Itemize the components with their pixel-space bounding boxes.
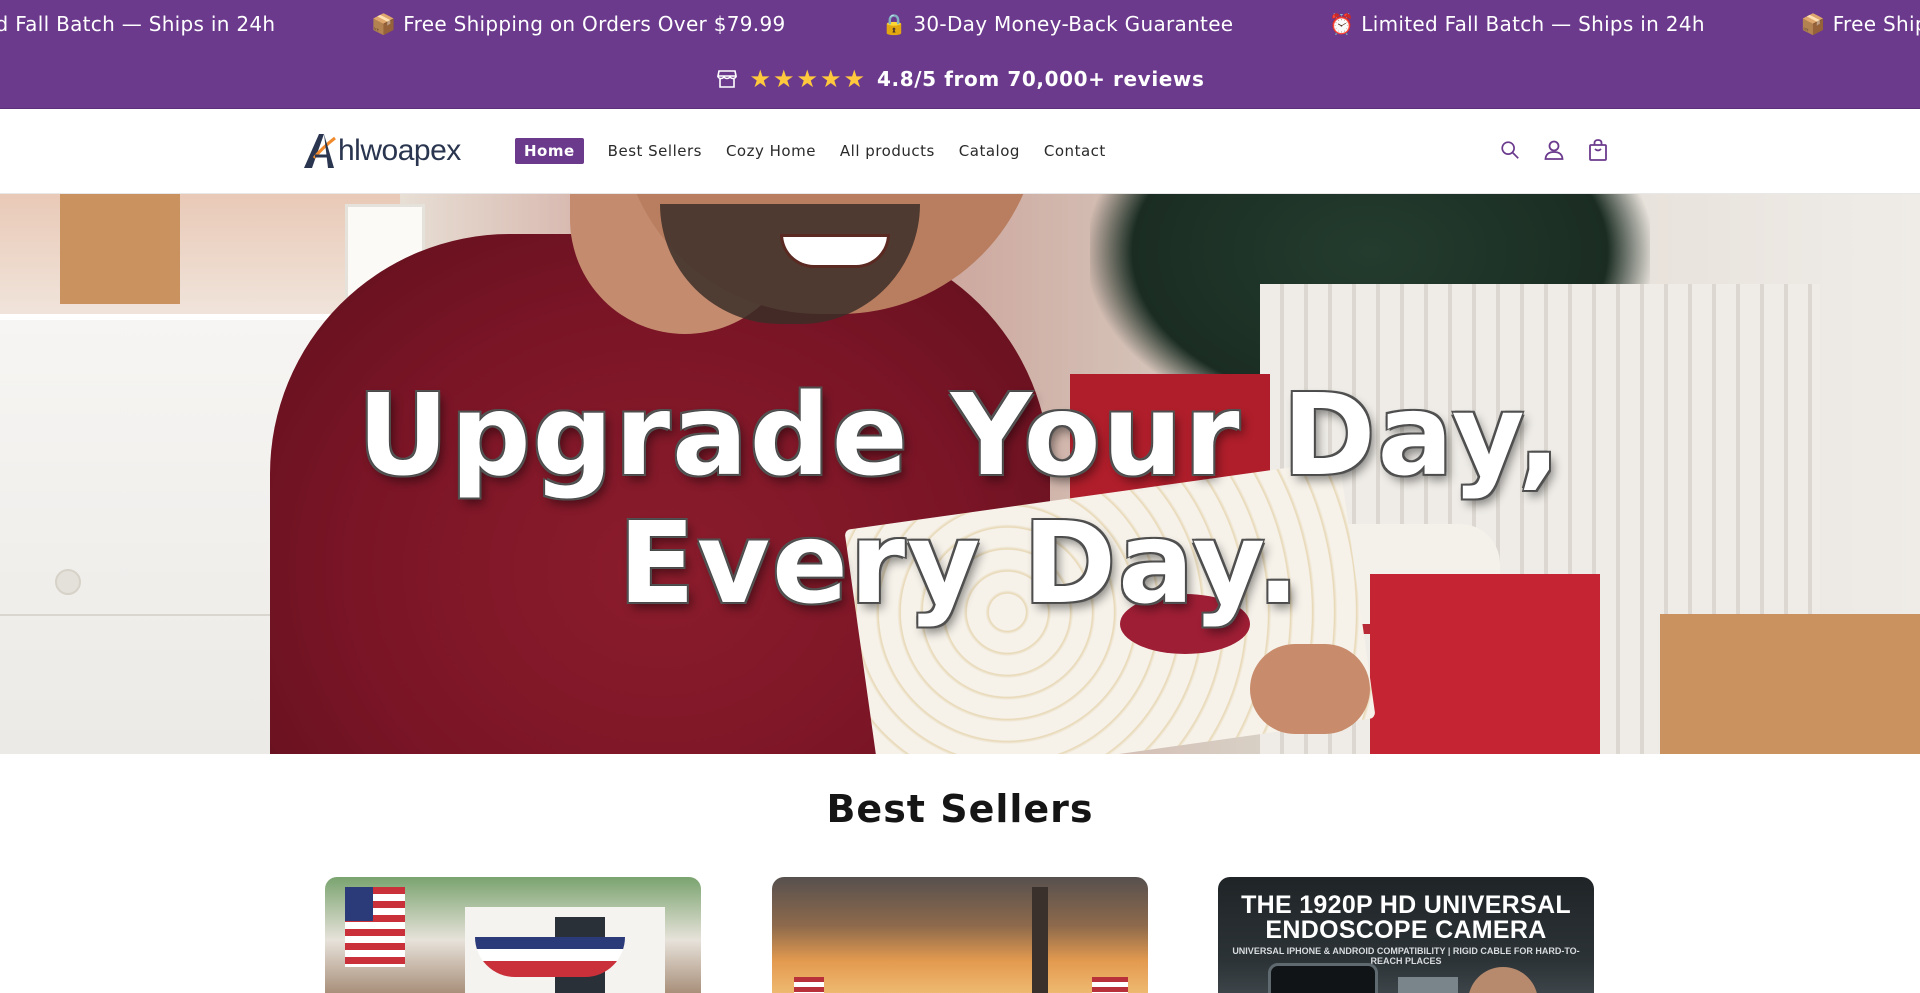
product-card[interactable]: THE 1920P HD UNIVERSAL ENDOSCOPE CAMERA … [1218,877,1594,993]
announcement-item: ⏰ Limited Fall Batch — Ships in 24h [1329,12,1705,36]
card-headline-line-1: THE 1920P HD UNIVERSAL [1241,891,1571,919]
product-card[interactable] [772,877,1148,993]
review-summary: 4.8/5 from 70,000+ reviews [877,66,1205,91]
logo-mark-icon [304,134,336,168]
hero-headline: Upgrade Your Day, Every Day. [0,372,1920,628]
card-image-flag-right [1092,977,1128,993]
hero-man-smile [780,234,890,268]
nav-contact[interactable]: Contact [1044,139,1106,163]
card-headline: THE 1920P HD UNIVERSAL ENDOSCOPE CAMERA [1218,893,1594,943]
search-icon[interactable] [1497,137,1523,163]
header-actions [1497,137,1629,163]
card-image-tool [1398,977,1458,993]
announcement-item: 📦 Free Shipping on Orders Over $79.99 [371,12,786,36]
announcement-item: 🔒 30-Day Money-Back Guarantee [881,12,1234,36]
review-bar: ★★★★★ 4.8/5 from 70,000+ reviews [0,49,1920,109]
hero-headline-line-1: Upgrade Your Day, [357,371,1563,501]
hero-paper-bag [1660,614,1920,754]
card-image-flag-canton [345,887,373,921]
card-image-person [1468,967,1538,993]
nav-all-products[interactable]: All products [840,139,935,163]
card-image-monument [1032,887,1048,993]
best-sellers-title: Best Sellers [826,787,1094,831]
logo[interactable]: hlwoapex [302,129,461,173]
store-icon [715,67,739,91]
main-nav: Home Best Sellers Cozy Home All products… [515,138,1130,164]
nav-cozy-home[interactable]: Cozy Home [726,139,816,163]
hero-headline-line-2: Every Day. [618,499,1302,629]
logo-text: hlwoapex [338,134,461,167]
hero-banner[interactable]: Upgrade Your Day, Every Day. [0,194,1920,754]
card-image-flag-left [794,977,824,993]
nav-best-sellers[interactable]: Best Sellers [608,139,702,163]
cart-icon[interactable] [1585,137,1611,163]
card-image-bunting [475,937,625,977]
announcement-item: 📦 Free Shipping on Orders Over $79.99 [1800,12,1920,36]
announcement-item: ⏰ Limited Fall Batch — Ships in 24h [0,12,276,36]
rating-stars: ★★★★★ [749,64,868,93]
announcement-track: ⏰ Limited Fall Batch — Ships in 24h 📦 Fre… [0,12,1920,36]
nav-catalog[interactable]: Catalog [959,139,1020,163]
account-icon[interactable] [1541,137,1567,163]
announcement-bar: ⏰ Limited Fall Batch — Ships in 24h 📦 Fre… [0,0,1920,49]
nav-home[interactable]: Home [515,138,584,164]
product-card[interactable] [325,877,701,993]
card-image-phone [1268,963,1378,993]
hero-hand [1250,644,1370,734]
site-header: hlwoapex Home Best Sellers Cozy Home All… [0,109,1920,194]
card-headline-line-2: ENDOSCOPE CAMERA [1265,916,1547,944]
hero-cardboard-box [60,194,180,304]
